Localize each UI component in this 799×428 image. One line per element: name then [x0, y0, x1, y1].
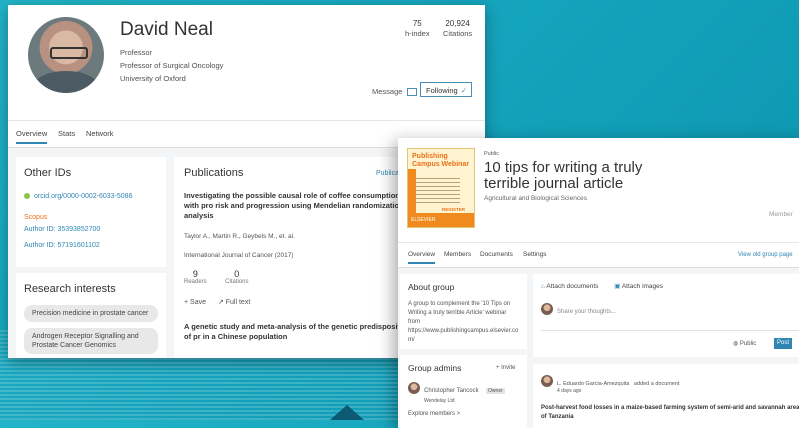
following-label: Following [426, 86, 458, 95]
group-tab-documents[interactable]: Documents [480, 251, 513, 258]
thumbnail-title: Publishing Campus Webinar [412, 153, 470, 168]
citations-stat: 0 Citations [225, 269, 248, 285]
thumbnail-cover-strip [408, 169, 416, 213]
check-icon: ✓ [460, 86, 467, 95]
image-icon: ▣ [614, 283, 621, 290]
research-interests-card: Research interests Precision medicine in… [16, 273, 166, 358]
composer-input-row: Share your thoughts... [541, 300, 799, 318]
orcid-icon [24, 193, 30, 200]
other-ids-title: Other IDs [24, 167, 72, 179]
group-tab-overview[interactable]: Overview [408, 251, 436, 264]
pub-citations-count: 0 [234, 269, 240, 279]
profile-header: David Neal Professor Professor of Surgic… [8, 5, 485, 121]
group-window: Publishing Campus Webinar REGISTER ELSEV… [398, 138, 799, 428]
citations-value: 20,924 [445, 19, 470, 28]
triangle-marker [330, 405, 364, 420]
pub-citations-label: Citations [225, 279, 249, 285]
about-group-card: About group A group to complement the '1… [400, 274, 527, 349]
view-old-group-link[interactable]: View old group page [738, 252, 793, 258]
profile-department: Professor of Surgical Oncology [120, 61, 224, 70]
citations-label: Citations [443, 29, 473, 38]
citations-metric: 20,924 Citations [443, 19, 472, 39]
avatar [28, 17, 104, 93]
save-button[interactable]: + Save [184, 299, 206, 306]
following-button[interactable]: Following ✓ [420, 82, 472, 97]
admin-avatar [408, 381, 420, 394]
h-index-label: h-index [405, 29, 430, 38]
attach-documents-label: Attach documents [546, 283, 599, 290]
feed-action: added a document [633, 381, 680, 387]
group-visibility: Public [484, 151, 499, 157]
about-group-text: A group to complement the '10 Tips on Wr… [408, 301, 519, 343]
group-admins-card: Group admins + Invite Christopher Tancoc… [400, 355, 527, 428]
admin-name[interactable]: Christopher Tancock [424, 388, 479, 394]
readers-count: 9 [192, 269, 198, 279]
scopus-author-id-2[interactable]: Author ID: 57191601102 [24, 242, 158, 249]
thumbnail-bar: ELSEVIER [408, 213, 474, 227]
group-header: Publishing Campus Webinar REGISTER ELSEV… [398, 138, 799, 242]
group-tab-members[interactable]: Members [444, 251, 471, 258]
attach-documents-button[interactable]: ⌂ Attach documents [541, 283, 598, 290]
composer-divider [541, 330, 799, 331]
envelope-icon [407, 88, 418, 97]
admin-badge: Owner [486, 388, 505, 394]
about-group-title: About group [408, 282, 455, 292]
other-ids-card: Other IDs orcid.org/0000-0002-6033-5086 … [16, 157, 166, 267]
attach-images-label: Attach images [621, 283, 664, 290]
tab-stats[interactable]: Stats [58, 129, 75, 138]
profile-institution: University of Oxford [120, 74, 186, 83]
h-index-metric: 75 h-index [405, 19, 430, 39]
scopus-label: Scopus [24, 214, 48, 221]
post-composer: ⌂ Attach documents ▣ Attach images Share… [533, 274, 799, 357]
visibility-selector[interactable]: ◍ Public [733, 340, 756, 349]
group-tabs: Overview Members Documents Settings View… [398, 242, 799, 268]
thumbnail-register: REGISTER [442, 207, 466, 212]
research-chip[interactable]: Precision medicine in prostate cancer [24, 305, 158, 322]
group-thumbnail: Publishing Campus Webinar REGISTER ELSEV… [407, 148, 475, 228]
research-chip[interactable]: Androgen Receptor Signalling and Prostat… [24, 328, 158, 354]
h-index-value: 75 [412, 19, 422, 28]
globe-icon: ◍ [733, 341, 739, 347]
share-thoughts-input[interactable]: Share your thoughts... [557, 309, 616, 315]
attach-images-button[interactable]: ▣ Attach images [614, 283, 663, 290]
readers-stat: 9 Readers [184, 269, 207, 285]
readers-label: Readers [184, 279, 207, 285]
group-subject: Agricultural and Biological Sciences [484, 195, 587, 202]
orcid-link[interactable]: orcid.org/0000-0002-6033-5086 [24, 193, 158, 200]
visibility-label: Public [739, 341, 757, 347]
publication-title[interactable]: Investigating the possible causal role o… [184, 191, 414, 221]
orcid-text: orcid.org/0000-0002-6033-5086 [34, 193, 133, 200]
publication-title[interactable]: A genetic study and meta-analysis of the… [184, 322, 414, 342]
member-status: Member [769, 211, 793, 218]
feed-document-title[interactable]: Post-harvest food losses in a maize-base… [541, 404, 799, 422]
explore-members-link[interactable]: Explore members > [408, 410, 519, 419]
group-title: 10 tips for writing a truly terrible jou… [484, 159, 643, 192]
profile-name: David Neal [120, 19, 213, 40]
attachment-bar: ⌂ Attach documents ▣ Attach images [541, 282, 799, 291]
avatar-shirt [34, 71, 98, 93]
research-interests-title: Research interests [24, 283, 116, 295]
admin-entry: Christopher Tancock Owner [408, 379, 519, 397]
feed-item: L. Eduardo Garcia-Amezquita added a docu… [533, 364, 799, 428]
avatar-glasses [50, 47, 88, 59]
group-tab-settings[interactable]: Settings [523, 251, 547, 258]
full-text-button[interactable]: ↗ Full text [218, 299, 250, 306]
admin-org: Wendelay Ltd [424, 398, 455, 404]
feed-author-avatar [541, 374, 553, 387]
message-label: Message [372, 87, 403, 96]
profile-position: Professor [120, 48, 153, 57]
paperclip-icon: ⌂ [541, 283, 545, 290]
message-button[interactable]: Message [372, 87, 418, 97]
invite-button[interactable]: + Invite [496, 364, 516, 373]
post-button[interactable]: Post [774, 338, 792, 349]
scopus-author-id-1[interactable]: Author ID: 35393852700 [24, 226, 158, 233]
tab-overview[interactable]: Overview [16, 129, 48, 144]
current-user-avatar [541, 302, 553, 315]
tab-network[interactable]: Network [86, 129, 114, 138]
thumbnail-text-lines [416, 177, 460, 203]
